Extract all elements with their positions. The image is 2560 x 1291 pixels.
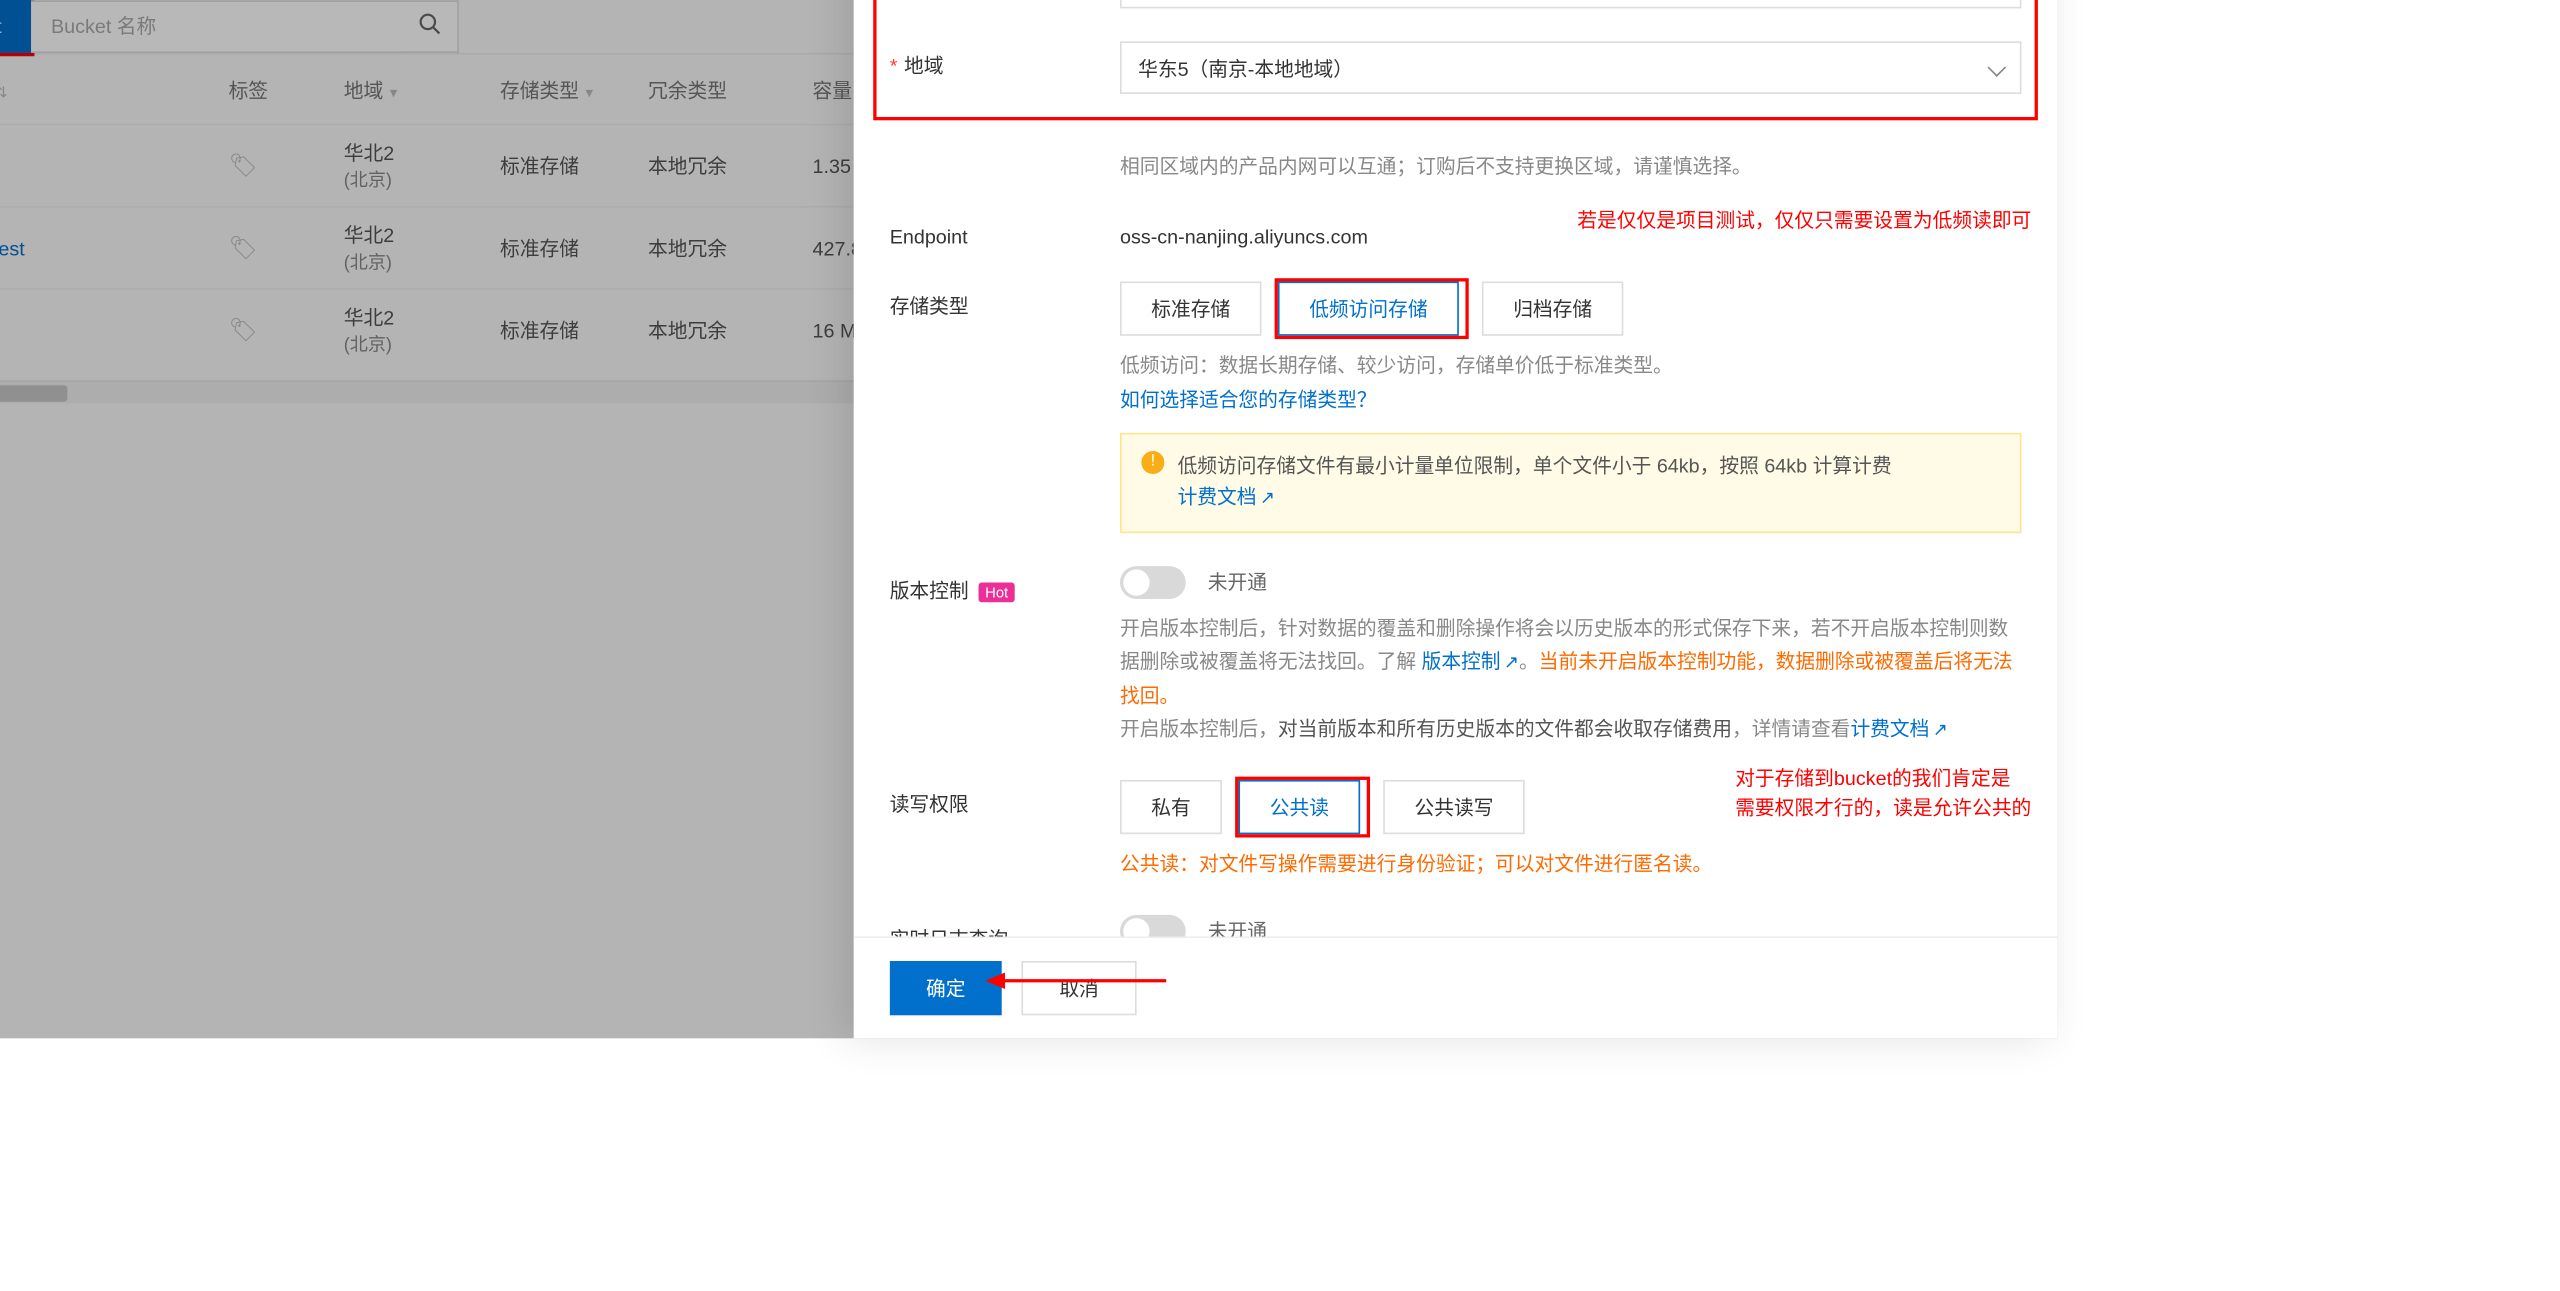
annotation-acl: 对于存储到bucket的我们肯定是需要权限才行的，读是允许公共的 xyxy=(1735,764,2031,823)
storage-help-link[interactable]: 如何选择适合您的存储类型？ xyxy=(1120,388,1377,411)
realtime-log-toggle[interactable] xyxy=(1120,914,1186,935)
acl-option-public-read[interactable]: 公共读 xyxy=(1239,780,1361,834)
versioning-link[interactable]: 版本控制↗ xyxy=(1422,651,1519,674)
versioning-label: 版本控制Hot xyxy=(890,566,1120,747)
storage-option-archive[interactable]: 归档存储 xyxy=(1482,282,1623,336)
annotation-arrow-icon xyxy=(985,963,1182,996)
billing-doc-link[interactable]: 计费文档↗ xyxy=(1178,486,1275,509)
storage-option-standard[interactable]: 标准存储 xyxy=(1120,282,1261,336)
acl-label: 读写权限 xyxy=(890,780,1120,881)
annotation-test: 若是仅仅是项目测试，仅仅只需要设置为低频读即可 xyxy=(1577,207,2031,235)
versioning-toggle[interactable] xyxy=(1120,566,1186,599)
billing-doc-link[interactable]: 计费文档↗ xyxy=(1851,718,1948,741)
warning-icon: ! xyxy=(1142,451,1165,474)
realtime-log-label: 实时日志查询 xyxy=(890,914,1120,935)
create-bucket-panel: 创建 Bucket ✕ ! 注意：Bucket 创建成功后，您所选择的 存储类型… xyxy=(854,0,2058,1038)
endpoint-label: Endpoint xyxy=(890,216,1120,249)
chevron-down-icon xyxy=(1988,58,2007,77)
acl-option-public-rw[interactable]: 公共读写 xyxy=(1383,780,1524,834)
acl-option-private[interactable]: 私有 xyxy=(1120,780,1222,834)
bucket-name-field[interactable]: 16/63 ✓ xyxy=(1120,0,2021,9)
region-label: *地域 xyxy=(890,41,1120,94)
bucket-name-label: *Bucket 名称 xyxy=(890,0,1120,9)
storage-option-infrequent[interactable]: 低频访问存储 xyxy=(1278,282,1459,336)
region-select[interactable]: 华东5（南京-本地地域） xyxy=(1120,41,2021,94)
storage-class-label: 存储类型 xyxy=(890,282,1120,533)
